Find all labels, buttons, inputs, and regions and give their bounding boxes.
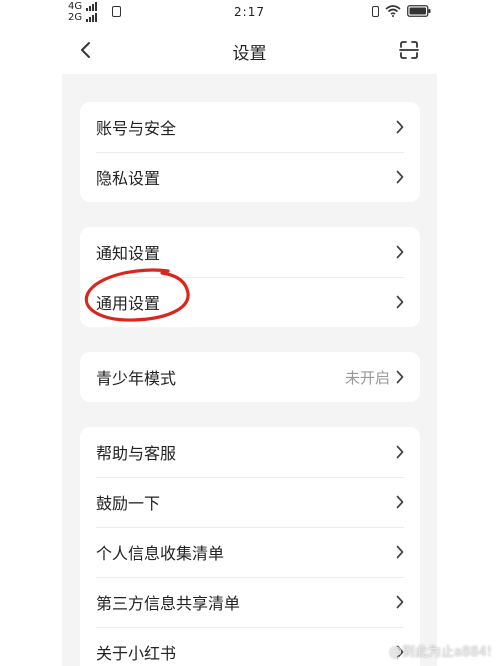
chevron-right-icon <box>396 370 404 384</box>
settings-item-personal-info-list[interactable]: 个人信息收集清单 <box>80 527 420 577</box>
page-title: 设置 <box>232 44 267 64</box>
settings-group-about: 帮助与客服 鼓励一下 个人信息收集清单 第三方信息共享清单 关于小红书 <box>80 427 420 666</box>
settings-screen: 4G 2G 2:17 设置 账号与安全 隐私设置 通知设置 通用设置 青少年模式… <box>62 0 437 666</box>
navigation-bar: 设置 <box>62 26 437 74</box>
watermark: @到此为止a884! <box>389 645 492 660</box>
status-bar: 4G 2G 2:17 <box>62 0 437 26</box>
settings-item-label: 通用设置 <box>96 294 161 313</box>
settings-item-label: 第三方信息共享清单 <box>96 594 241 613</box>
settings-item-label: 青少年模式 <box>96 369 177 388</box>
settings-item-label: 鼓励一下 <box>96 494 161 513</box>
chevron-right-icon <box>396 120 404 134</box>
chevron-right-icon <box>396 245 404 259</box>
settings-item-notifications[interactable]: 通知设置 <box>80 227 420 277</box>
settings-item-label: 关于小红书 <box>96 644 177 663</box>
settings-item-youth-mode[interactable]: 青少年模式 未开启 <box>80 352 420 402</box>
settings-item-account-security[interactable]: 账号与安全 <box>80 102 420 152</box>
chevron-right-icon <box>396 495 404 509</box>
settings-group-general: 通知设置 通用设置 <box>80 227 420 327</box>
chevron-right-icon <box>396 170 404 184</box>
settings-item-help[interactable]: 帮助与客服 <box>80 427 420 477</box>
settings-item-privacy[interactable]: 隐私设置 <box>80 152 420 202</box>
chevron-right-icon <box>396 445 404 459</box>
settings-group-account: 账号与安全 隐私设置 <box>80 102 420 202</box>
settings-item-about[interactable]: 关于小红书 <box>80 627 420 666</box>
settings-group-youth: 青少年模式 未开启 <box>80 352 420 402</box>
wifi-icon <box>385 5 401 17</box>
settings-item-label: 通知设置 <box>96 244 161 263</box>
chevron-right-icon <box>396 595 404 609</box>
settings-item-label: 帮助与客服 <box>96 444 177 463</box>
chevron-right-icon <box>396 295 404 309</box>
scan-icon[interactable] <box>399 40 419 60</box>
vibrate-icon <box>372 5 379 17</box>
battery-icon <box>407 5 431 17</box>
settings-item-encourage[interactable]: 鼓励一下 <box>80 477 420 527</box>
settings-item-label: 隐私设置 <box>96 169 161 188</box>
settings-item-third-party-list[interactable]: 第三方信息共享清单 <box>80 577 420 627</box>
settings-item-label: 个人信息收集清单 <box>96 544 225 563</box>
chevron-right-icon <box>396 545 404 559</box>
youth-mode-status: 未开启 <box>344 368 390 387</box>
settings-item-general[interactable]: 通用设置 <box>80 277 420 327</box>
settings-item-label: 账号与安全 <box>96 119 177 138</box>
